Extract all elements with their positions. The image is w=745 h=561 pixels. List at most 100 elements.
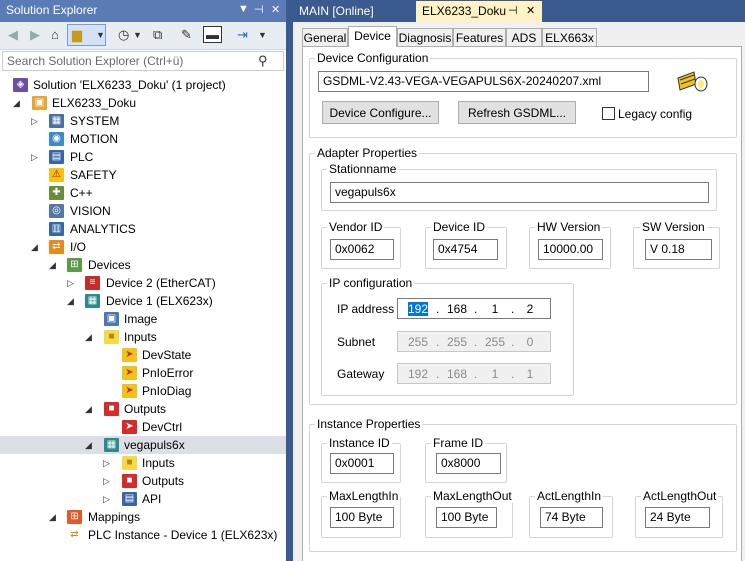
tree-item-api[interactable]: ▷ ▤ API [0, 490, 286, 508]
tree-item-plc-instance[interactable]: ⇄ PLC Instance - Device 1 (ELX623x) [0, 526, 286, 544]
tab-device[interactable]: Device [348, 26, 397, 47]
instance-id-field[interactable]: 0x0001 [330, 453, 394, 474]
vendor-id-field[interactable]: 0x0062 [330, 239, 394, 260]
tree-item-devctrl[interactable]: ➤ DevCtrl [0, 418, 286, 436]
panel-splitter[interactable] [286, 0, 293, 561]
history-icon[interactable]: ◷ [118, 27, 129, 43]
ip-octet-3[interactable]: 1 [483, 302, 507, 316]
profinet-icon: ▦ [85, 294, 100, 308]
gsdml-file-field[interactable]: GSDML-V2.43-VEGA-VEGAPULS6X-20240207.xml [318, 71, 649, 92]
ip-octet-1[interactable]: 192 [407, 302, 429, 316]
tree-item-pniodiag[interactable]: ➤ PnIoDiag [0, 382, 286, 400]
ip-octet-2[interactable]: 168 [445, 302, 469, 316]
device-configure-button[interactable]: Device Configure... [322, 101, 439, 124]
doc-tab-elx6233[interactable]: ELX6233_Doku ⊣ ✕ [416, 1, 542, 22]
device-id-field[interactable]: 0x4754 [433, 239, 498, 260]
gateway-octet-3: 1 [491, 367, 499, 381]
tab-diagnosis[interactable]: Diagnosis [397, 28, 453, 46]
tree-item-io[interactable]: ◢ ⇄ I/O [0, 238, 286, 256]
sync-with-document-icon[interactable]: ⇥ [237, 27, 248, 43]
ip-address-field[interactable]: 192 . 168 . 1 . 2 [397, 298, 551, 319]
mapping-link-icon: ⇄ [67, 528, 82, 542]
expanded-arrow-icon[interactable]: ◢ [85, 440, 92, 451]
tab-features[interactable]: Features [453, 28, 506, 46]
tree-item-solution[interactable]: ◈ Solution 'ELX6233_Doku' (1 project) [0, 76, 286, 94]
tree-item-inputs[interactable]: ◢ ■ Inputs [0, 328, 286, 346]
input-var-icon: ➤ [122, 384, 137, 398]
chevron-down-icon[interactable]: ▼ [258, 27, 267, 43]
act-length-out-field[interactable]: 24 Byte [645, 507, 710, 528]
legacy-config-checkbox[interactable] [602, 107, 615, 120]
tree-item-vision[interactable]: ◎ VISION [0, 202, 286, 220]
tree-item-plc[interactable]: ▷ ▤ PLC [0, 148, 286, 166]
doc-tab-main[interactable]: MAIN [Online] [293, 1, 401, 22]
tree-item-pnioerror[interactable]: ➤ PnIoError [0, 364, 286, 382]
collapsed-arrow-icon[interactable]: ▷ [31, 152, 38, 163]
tab-elx663x[interactable]: ELX663x [542, 28, 597, 46]
tree-item-safety[interactable]: ⚠ SAFETY [0, 166, 286, 184]
expanded-arrow-icon[interactable]: ◢ [49, 512, 56, 523]
tree-item-vega-outputs[interactable]: ▷ ■ Outputs [0, 472, 286, 490]
tree-item-analytics[interactable]: ▥ ANALYTICS [0, 220, 286, 238]
expanded-arrow-icon[interactable]: ◢ [85, 332, 92, 343]
collapsed-arrow-icon[interactable]: ▷ [67, 278, 74, 289]
outputs-folder-icon: ■ [122, 474, 137, 488]
collapsed-arrow-icon[interactable]: ▷ [103, 458, 110, 469]
forward-icon[interactable]: ▶ [30, 27, 40, 43]
cpp-icon: ✚ [49, 186, 64, 200]
tree-item-device2[interactable]: ▷ ≡ Device 2 (EtherCAT) [0, 274, 286, 292]
gateway-octet-4: 1 [526, 367, 534, 381]
refresh-gsdml-button[interactable]: Refresh GSDML... [458, 101, 576, 124]
tree-item-vega-inputs[interactable]: ▷ ■ Inputs [0, 454, 286, 472]
tree-item-cpp[interactable]: ✚ C++ [0, 184, 286, 202]
dropdown-icon[interactable]: ▼ [238, 3, 249, 15]
expanded-arrow-icon[interactable]: ◢ [31, 242, 38, 253]
act-length-in-field[interactable]: 74 Byte [540, 507, 603, 528]
tab-ads[interactable]: ADS [506, 28, 542, 46]
tree-item-system[interactable]: ▷ ▦ SYSTEM [0, 112, 286, 130]
collapsed-arrow-icon[interactable]: ▷ [103, 476, 110, 487]
tree-item-device1[interactable]: ◢ ▦ Device 1 (ELX623x) [0, 292, 286, 310]
solution-explorer-search-input[interactable]: Search Solution Explorer (Ctrl+ü) [2, 51, 284, 71]
max-length-out-field[interactable]: 100 Byte [436, 507, 497, 528]
tab-general[interactable]: General [302, 28, 348, 46]
properties-wrench-icon[interactable]: ✎ [181, 27, 192, 43]
collapse-all-icon[interactable]: ⧉ [153, 27, 162, 43]
folder-sync-icon[interactable]: ▆ [72, 27, 82, 43]
gateway-field: 192 . 168 . 1 . 1 [397, 363, 551, 384]
collapsed-arrow-icon[interactable]: ▷ [103, 494, 110, 505]
plc-icon: ▤ [49, 150, 64, 164]
collapsed-arrow-icon[interactable]: ▷ [31, 116, 38, 127]
tree-item-mappings[interactable]: ◢ ⊞ Mappings [0, 508, 286, 526]
preview-icon[interactable]: ▬ [203, 26, 222, 43]
close-icon[interactable]: ✕ [271, 3, 280, 16]
sw-version-field[interactable]: V 0.18 [645, 239, 712, 260]
tree-item-outputs[interactable]: ◢ ■ Outputs [0, 400, 286, 418]
expanded-arrow-icon[interactable]: ◢ [49, 260, 56, 271]
tree-item-vegapuls6x[interactable]: ◢ ▦ vegapuls6x [0, 436, 286, 454]
ip-octet-4[interactable]: 2 [518, 302, 542, 316]
expanded-arrow-icon[interactable]: ◢ [85, 404, 92, 415]
close-icon[interactable]: ✕ [526, 4, 535, 17]
tree-item-devices[interactable]: ◢ ⊞ Devices [0, 256, 286, 274]
back-icon[interactable]: ◀ [8, 27, 18, 43]
sw-version-label: SW Version [640, 220, 707, 234]
tree-item-image[interactable]: ▣ Image [0, 310, 286, 328]
hw-version-field[interactable]: 10000.00 [538, 239, 603, 260]
chevron-down-icon[interactable]: ▼ [133, 27, 142, 43]
tree-item-devstate[interactable]: ➤ DevState [0, 346, 286, 364]
frame-id-field[interactable]: 0x8000 [436, 453, 501, 474]
input-var-icon: ➤ [122, 348, 137, 362]
home-icon[interactable]: ⌂ [51, 27, 59, 43]
chevron-down-icon[interactable]: ▼ [96, 27, 105, 43]
search-icon[interactable]: ⚲ [258, 53, 268, 69]
expanded-arrow-icon[interactable]: ◢ [13, 98, 20, 109]
expanded-arrow-icon[interactable]: ◢ [67, 296, 74, 307]
tree-item-project[interactable]: ◢ ▣ ELX6233_Doku [0, 94, 286, 112]
pin-icon[interactable]: ⊣ [254, 3, 264, 16]
stationname-field[interactable]: vegapuls6x [330, 182, 709, 203]
max-length-in-field[interactable]: 100 Byte [330, 507, 394, 528]
ip-dot: . [511, 302, 515, 316]
pin-icon[interactable]: ⊣ [508, 4, 518, 17]
tree-item-motion[interactable]: ◉ MOTION [0, 130, 286, 148]
